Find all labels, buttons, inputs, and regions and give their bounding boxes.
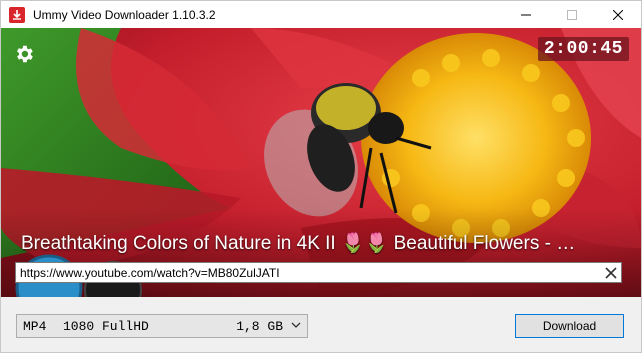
download-button[interactable]: Download: [515, 314, 624, 338]
close-icon: [605, 266, 617, 279]
close-icon: [613, 9, 623, 20]
video-thumbnail: 2:00:45 Breathtaking Colors of Nature in…: [1, 28, 641, 297]
minimize-button[interactable]: [503, 1, 549, 28]
window-title: Ummy Video Downloader 1.10.3.2: [33, 7, 216, 22]
clear-url-button[interactable]: [601, 263, 621, 282]
app-logo-icon: [9, 6, 25, 23]
thumbnail-image: [1, 28, 641, 297]
settings-gear-icon[interactable]: [13, 43, 35, 65]
window-controls: [503, 1, 641, 28]
maximize-icon: [567, 9, 577, 20]
app-window: Ummy Video Downloader 1.10.3.2 2:00:45 B…: [0, 0, 642, 353]
title-bar: Ummy Video Downloader 1.10.3.2: [1, 1, 641, 28]
format-quality: 1080 FullHD: [63, 318, 149, 334]
format-size: 1,8 GB: [236, 318, 283, 334]
url-input[interactable]: [16, 263, 601, 282]
format-select[interactable]: MP4 1080 FullHD 1,8 GB: [16, 314, 308, 338]
url-bar: [15, 262, 622, 283]
video-title: Breathtaking Colors of Nature in 4K II 🌷…: [21, 233, 576, 254]
format-type: MP4: [23, 318, 47, 334]
maximize-button[interactable]: [549, 1, 595, 28]
video-duration: 2:00:45: [537, 37, 629, 61]
minimize-icon: [521, 14, 531, 15]
chevron-down-icon: [291, 322, 301, 328]
close-button[interactable]: [595, 1, 641, 28]
